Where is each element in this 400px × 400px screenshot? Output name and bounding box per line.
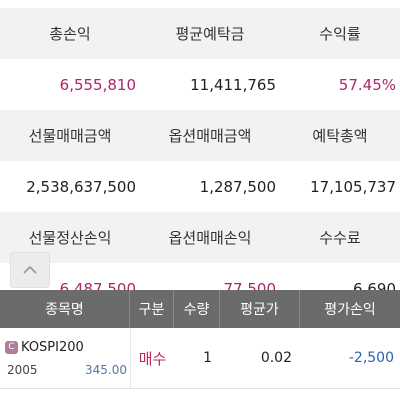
summary-value-row: 2,538,637,500 1,287,500 17,105,737 — [0, 161, 400, 212]
instrument-strike: 345.00 — [85, 362, 127, 377]
cell-side: 매수 — [130, 328, 174, 388]
cell-eval-pl: -2,500 — [348, 350, 394, 366]
instrument-name-line: C KOSPI200 — [5, 340, 84, 355]
top-cut-off-text — [0, 0, 400, 8]
positions-table: 종목명 구분 수량 평균가 평가손익 C KOSPI200 2005 345.0… — [0, 290, 400, 389]
col-header-side: 구분 — [130, 290, 174, 328]
label-commission: 수수료 — [319, 229, 361, 247]
col-header-avg-price: 평균가 — [220, 290, 300, 328]
value-options-amount: 1,287,500 — [199, 177, 276, 196]
value-avg-deposit: 11,411,765 — [190, 75, 276, 94]
label-avg-deposit: 평균예탁금 — [175, 25, 245, 43]
chevron-up-icon — [23, 265, 37, 274]
value-total-pl: 6,555,810 — [59, 75, 136, 94]
summary-label-row: 선물정산손익 옵션매매손익 수수료 — [0, 212, 400, 263]
label-futures-amount: 선물매매금액 — [28, 127, 112, 145]
summary-label-row: 선물매매금액 옵션매매금액 예탁총액 — [0, 110, 400, 161]
label-return-rate: 수익률 — [319, 25, 361, 43]
col-header-name: 종목명 — [0, 290, 130, 328]
table-row[interactable]: C KOSPI200 2005 345.00 매수 1 0.02 -2,500 — [0, 328, 400, 389]
label-deposit-total: 예탁총액 — [312, 127, 368, 145]
col-header-qty: 수량 — [174, 290, 220, 328]
instrument-name: KOSPI200 — [21, 339, 84, 355]
collapse-button[interactable] — [10, 252, 50, 288]
cell-instrument: C KOSPI200 2005 345.00 — [0, 328, 130, 388]
account-summary-grid: 총손익 평균예탁금 수익률 6,555,810 11,411,765 57.45… — [0, 8, 400, 314]
value-deposit-total: 17,105,737 — [310, 177, 396, 196]
table-header: 종목명 구분 수량 평균가 평가손익 — [0, 290, 400, 328]
cell-avg-price: 0.02 — [260, 350, 292, 366]
cell-qty: 1 — [203, 350, 212, 366]
summary-label-row: 총손익 평균예탁금 수익률 — [0, 8, 400, 59]
label-options-trading-pl: 옵션매매손익 — [168, 229, 252, 247]
instrument-detail-line: 2005 345.00 — [5, 363, 127, 377]
label-total-pl: 총손익 — [49, 25, 91, 43]
value-futures-amount: 2,538,637,500 — [26, 177, 136, 196]
instrument-code: 2005 — [7, 362, 38, 377]
summary-value-row: 6,555,810 11,411,765 57.45% — [0, 59, 400, 110]
value-return-rate: 57.45% — [338, 75, 396, 94]
label-options-amount: 옵션매매금액 — [168, 127, 252, 145]
col-header-eval-pl: 평가손익 — [324, 302, 376, 318]
call-option-badge: C — [5, 340, 18, 354]
